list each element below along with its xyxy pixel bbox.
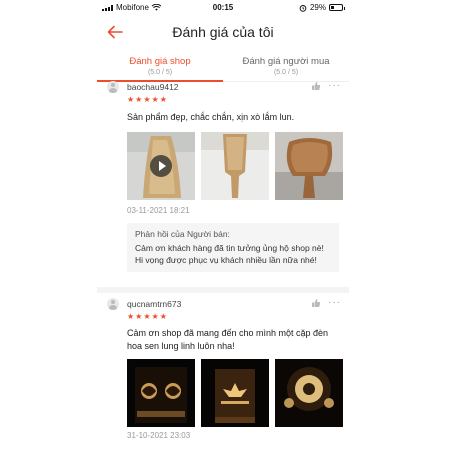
review-photos bbox=[127, 132, 349, 200]
review-photo[interactable] bbox=[127, 359, 195, 427]
status-bar: Mobifone 00:15 29% bbox=[97, 0, 349, 14]
thumbs-up-icon[interactable] bbox=[311, 298, 321, 311]
thumbs-up-icon[interactable] bbox=[311, 81, 321, 94]
battery-icon bbox=[329, 4, 345, 11]
tab-rating: (5.0 / 5) bbox=[273, 69, 299, 76]
review-date: 03-11-2021 18:21 bbox=[127, 206, 190, 215]
more-dots-icon[interactable]: ··· bbox=[328, 80, 341, 91]
tab-rating: (5.0 / 5) bbox=[147, 69, 173, 76]
review-date: 31-10-2021 23:03 bbox=[127, 431, 191, 440]
avatar bbox=[107, 81, 119, 93]
avatar bbox=[107, 298, 119, 310]
tab-label: Đánh giá người mua bbox=[242, 56, 330, 67]
review-item: baochau9412 ··· ★★★★★ Sản phẩm đẹp, chắc… bbox=[97, 80, 349, 272]
battery-percent: 29% bbox=[309, 3, 326, 12]
review-item: qucnamtrn673 ··· ★★★★★ Cảm ơn shop đã ma… bbox=[97, 297, 349, 440]
review-photo[interactable] bbox=[275, 359, 343, 427]
page-title: Đánh giá của tôi bbox=[172, 24, 274, 40]
alarm-icon bbox=[299, 4, 307, 12]
tab-bar: Đánh giá shop (5.0 / 5) Đánh giá người m… bbox=[97, 52, 349, 82]
review-photo[interactable] bbox=[201, 132, 269, 200]
star-rating: ★★★★★ bbox=[127, 312, 168, 321]
star-rating: ★★★★★ bbox=[127, 95, 168, 104]
username: qucnamtrn673 bbox=[127, 299, 182, 309]
review-photo[interactable] bbox=[275, 132, 343, 200]
review-text: Sản phẩm đẹp, chắc chắn, xịn xò lắm lun. bbox=[127, 112, 295, 122]
tab-shop-reviews[interactable]: Đánh giá shop (5.0 / 5) bbox=[97, 52, 223, 82]
status-right: 29% bbox=[299, 3, 345, 12]
reply-title: Phản hồi của Người bán: bbox=[135, 229, 230, 239]
username: baochau9412 bbox=[127, 82, 179, 92]
seller-reply: Phản hồi của Người bán: Cảm ơn khách hàn… bbox=[127, 223, 339, 272]
tab-label: Đánh giá shop bbox=[129, 56, 191, 67]
review-header: qucnamtrn673 ··· bbox=[97, 297, 349, 311]
phone-screen: Mobifone 00:15 29% Đánh giá của tôi Đánh… bbox=[97, 0, 349, 449]
review-video-thumbnail[interactable] bbox=[127, 132, 195, 200]
tab-buyer-reviews[interactable]: Đánh giá người mua (5.0 / 5) bbox=[223, 52, 349, 81]
review-text: Cảm ơn shop đã mang đến cho mình một cặp… bbox=[127, 328, 329, 351]
review-photos bbox=[127, 359, 349, 427]
play-icon[interactable] bbox=[150, 155, 172, 177]
more-dots-icon[interactable]: ··· bbox=[328, 297, 341, 308]
header: Đánh giá của tôi bbox=[97, 14, 349, 50]
review-photo[interactable] bbox=[201, 359, 269, 427]
reply-text: Cảm ơn khách hàng đã tin tưởng ủng hộ sh… bbox=[135, 243, 324, 265]
review-header: baochau9412 ··· bbox=[97, 80, 349, 94]
review-divider bbox=[97, 287, 349, 293]
